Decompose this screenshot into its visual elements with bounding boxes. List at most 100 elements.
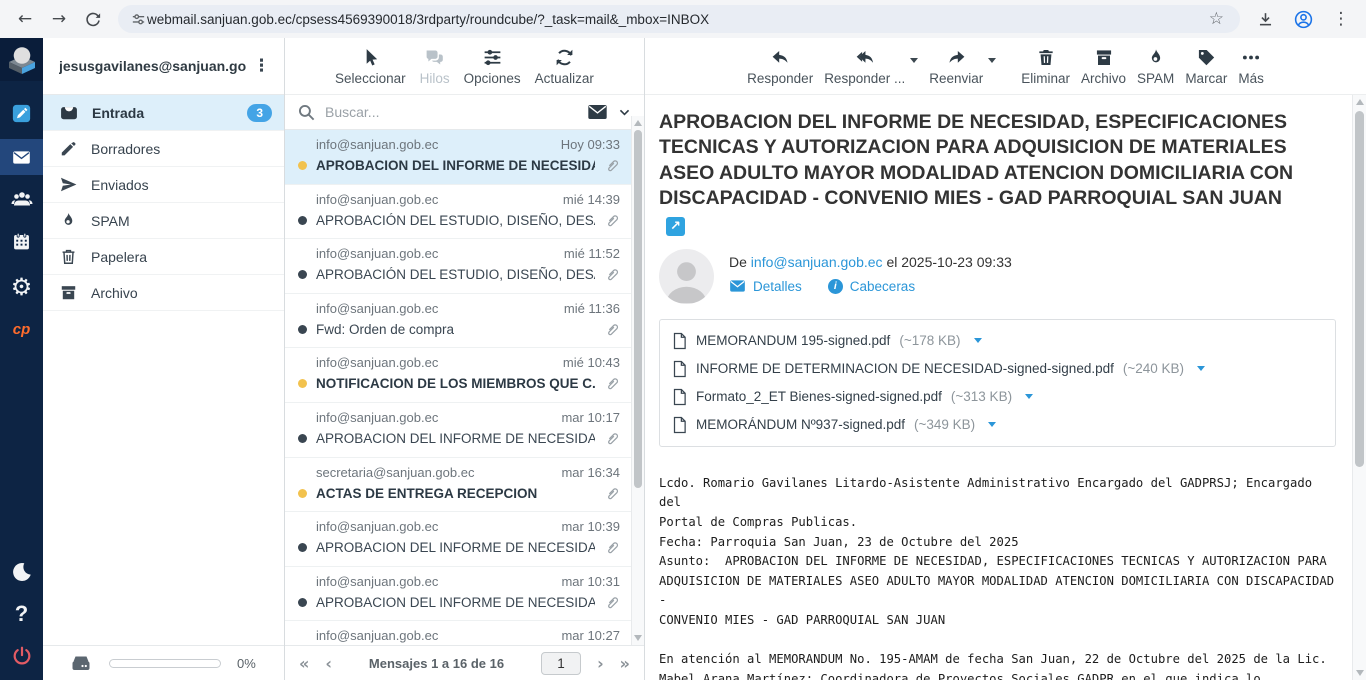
options-button[interactable]: Opciones — [464, 46, 521, 86]
sidebar-item-archive[interactable]: Archivo — [43, 275, 284, 311]
message-sender: info@sanjuan.gob.ec — [316, 628, 438, 643]
sidebar-item-sent[interactable]: Enviados — [43, 167, 284, 203]
compose-button[interactable] — [0, 95, 43, 131]
refresh-button[interactable]: Actualizar — [535, 46, 594, 86]
attachment-item[interactable]: MEMORÁNDUM Nº937-signed.pdf (~349 KB) — [672, 411, 1323, 439]
profile-avatar-icon[interactable] — [1286, 4, 1320, 34]
reply-all-button[interactable]: Responder ... — [824, 46, 905, 86]
archive-button[interactable]: Archivo — [1081, 46, 1126, 86]
browser-reload-button[interactable] — [76, 4, 110, 34]
message-row[interactable]: info@sanjuan.gob.ecmar 10:39 APROBACION … — [285, 512, 644, 567]
read-dot[interactable] — [298, 216, 307, 225]
paperclip-icon — [604, 539, 620, 556]
account-header[interactable]: jesusgavilanes@sanjuan.gob.... ⋮ — [43, 38, 284, 95]
unread-dot[interactable] — [298, 161, 307, 170]
refresh-icon — [554, 46, 575, 68]
read-dot[interactable] — [298, 270, 307, 279]
logout-power-icon[interactable] — [0, 638, 43, 674]
app-rail: ⚙ cp ? — [0, 38, 43, 680]
list-scrollbar[interactable] — [631, 116, 644, 645]
help-icon[interactable]: ? — [0, 596, 43, 632]
attachment-dropdown-caret[interactable] — [974, 338, 982, 343]
sidebar-item-drafts[interactable]: Borradores — [43, 131, 284, 167]
attachment-item[interactable]: INFORME DE DETERMINACION DE NECESIDAD-si… — [672, 355, 1323, 383]
spam-button[interactable]: SPAM — [1137, 46, 1174, 86]
message-sender: info@sanjuan.gob.ec — [316, 137, 438, 152]
mark-button[interactable]: Marcar — [1185, 46, 1227, 86]
scroll-down-arrow[interactable] — [1356, 670, 1364, 676]
message-row[interactable]: info@sanjuan.gob.ecmié 14:39 APROBACIÓN … — [285, 185, 644, 240]
browser-forward-button[interactable]: → — [42, 4, 76, 34]
address-bar[interactable]: webmail.sanjuan.gob.ec/cpsess4569390018/… — [118, 5, 1240, 33]
attachment-dropdown-caret[interactable] — [988, 422, 996, 427]
attachment-dropdown-caret[interactable] — [1025, 394, 1033, 399]
paperclip-icon — [604, 212, 620, 229]
sender-email-link[interactable]: info@sanjuan.gob.ec — [751, 254, 883, 270]
sidebar-item-trash[interactable]: Papelera — [43, 239, 284, 275]
scope-envelope-icon[interactable] — [587, 103, 608, 121]
page-number-input[interactable]: 1 — [541, 652, 581, 675]
headers-button[interactable]: i Cabeceras — [828, 279, 915, 294]
details-button[interactable]: Detalles — [729, 279, 802, 294]
unread-count-badge: 3 — [247, 104, 272, 122]
reader-scrollbar[interactable] — [1352, 95, 1366, 680]
account-menu-icon[interactable]: ⋮ — [247, 56, 276, 76]
search-input[interactable] — [325, 104, 578, 120]
quota-progress — [109, 659, 221, 668]
reply-all-dropdown-caret[interactable] — [910, 58, 918, 63]
settings-nav-icon[interactable]: ⚙ — [0, 269, 43, 305]
read-dot[interactable] — [298, 598, 307, 607]
scroll-down-arrow[interactable] — [634, 635, 642, 641]
reply-button[interactable]: Responder — [747, 46, 813, 86]
sidebar-item-inbox[interactable]: Entrada 3 — [43, 95, 284, 131]
dark-mode-icon[interactable] — [0, 554, 43, 590]
message-row[interactable]: info@sanjuan.gob.ecmar 10:31 APROBACION … — [285, 567, 644, 622]
unread-dot[interactable] — [298, 489, 307, 498]
site-settings-icon[interactable] — [130, 11, 147, 28]
attachment-item[interactable]: MEMORANDUM 195-signed.pdf (~178 KB) — [672, 327, 1323, 355]
scrollbar-thumb[interactable] — [634, 130, 642, 488]
browser-back-button[interactable]: ← — [8, 4, 42, 34]
attachment-item[interactable]: Formato_2_ET Bienes-signed-signed.pdf (~… — [672, 383, 1323, 411]
mail-nav-icon[interactable] — [0, 139, 43, 175]
message-row[interactable]: info@sanjuan.gob.ecmié 11:52 APROBACIÓN … — [285, 239, 644, 294]
delete-button[interactable]: Eliminar — [1021, 46, 1070, 86]
forward-button[interactable]: Reenviar — [929, 46, 983, 86]
message-row[interactable]: info@sanjuan.gob.ecmar 10:17 APROBACION … — [285, 403, 644, 458]
message-row[interactable]: info@sanjuan.gob.ecHoy 09:33 APROBACION … — [285, 130, 644, 185]
attachment-dropdown-caret[interactable] — [1197, 366, 1205, 371]
select-button[interactable]: Seleccionar — [335, 46, 406, 86]
read-dot[interactable] — [298, 434, 307, 443]
more-button[interactable]: Más — [1238, 46, 1264, 86]
pdf-file-icon — [672, 416, 687, 434]
unread-dot[interactable] — [298, 379, 307, 388]
first-page-button[interactable]: « — [299, 654, 309, 673]
inbox-icon — [59, 103, 79, 123]
forward-dropdown-caret[interactable] — [988, 58, 996, 63]
message-row[interactable]: secretaria@sanjuan.gob.ecmar 16:34 ACTAS… — [285, 458, 644, 513]
scroll-up-arrow[interactable] — [1356, 99, 1364, 105]
threads-button[interactable]: Hilos — [420, 46, 450, 86]
bookmark-star-icon[interactable]: ☆ — [1201, 9, 1232, 29]
prev-page-button[interactable]: ‹ — [325, 654, 332, 673]
last-page-button[interactable]: » — [620, 654, 630, 673]
sidebar-item-spam[interactable]: SPAM — [43, 203, 284, 239]
read-dot[interactable] — [298, 325, 307, 334]
scrollbar-thumb[interactable] — [1355, 111, 1364, 467]
contacts-nav-icon[interactable] — [0, 181, 43, 217]
attachments-list: MEMORANDUM 195-signed.pdf (~178 KB) INFO… — [659, 319, 1336, 447]
message-row[interactable]: info@sanjuan.gob.ecmié 10:43 NOTIFICACIO… — [285, 348, 644, 403]
url-text[interactable]: webmail.sanjuan.gob.ec/cpsess4569390018/… — [147, 12, 1201, 27]
scroll-up-arrow[interactable] — [634, 120, 642, 126]
message-row[interactable]: info@sanjuan.gob.ecmar 10:27 APROBACION … — [285, 621, 644, 645]
calendar-nav-icon[interactable] — [0, 223, 43, 259]
paperclip-icon — [604, 485, 620, 502]
message-row[interactable]: info@sanjuan.gob.ecmié 11:36 Fwd: Orden … — [285, 294, 644, 349]
cpanel-logo[interactable]: cp — [0, 311, 43, 347]
next-page-button[interactable]: › — [597, 654, 604, 673]
downloads-icon[interactable] — [1248, 4, 1282, 34]
open-in-new-window-icon[interactable]: ↗ — [666, 217, 685, 236]
search-options-chevron-icon[interactable] — [617, 106, 632, 119]
browser-menu-icon[interactable]: ⋮ — [1324, 4, 1358, 34]
read-dot[interactable] — [298, 543, 307, 552]
